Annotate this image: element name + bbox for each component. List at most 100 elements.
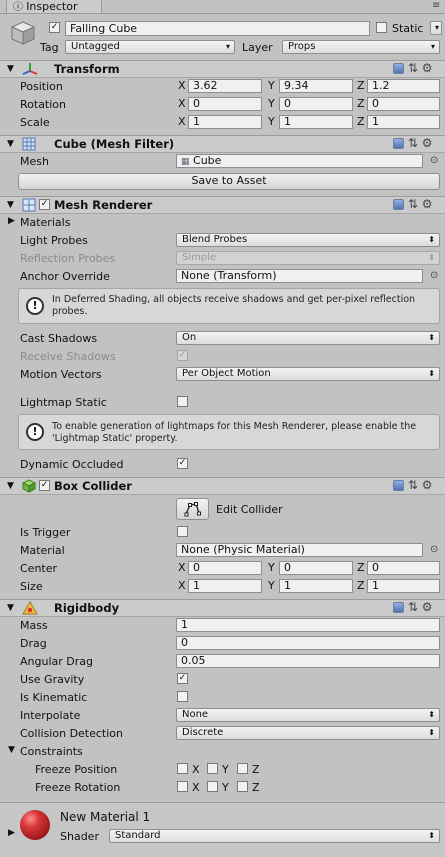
rigidbody-header[interactable]: ▼ Rigidbody ⇅ ⚙ [0, 599, 445, 617]
freeze-rotation-y-checkbox[interactable] [207, 781, 218, 792]
shader-dropdown[interactable]: Standard ⬍ [109, 829, 440, 843]
cast-shadows-dropdown[interactable]: On ⬍ [176, 331, 440, 345]
gameobject-name-field[interactable]: Falling Cube [65, 21, 370, 36]
object-picker-icon[interactable]: ⊙ [430, 270, 438, 281]
tag-dropdown[interactable]: Untagged ▾ [65, 40, 235, 54]
light-probes-dropdown[interactable]: Blend Probes ⬍ [176, 233, 440, 247]
gear-icon[interactable]: ⚙ [422, 197, 433, 211]
preset-slider-icon[interactable]: ⇅ [408, 478, 418, 492]
material-foldout-icon[interactable]: ▶ [8, 826, 15, 841]
layer-dropdown[interactable]: Props ▾ [282, 40, 440, 54]
position-x-field[interactable]: 3.62 [188, 79, 262, 93]
scale-z-field[interactable]: 1 [367, 115, 440, 129]
scale-y-field[interactable]: 1 [279, 115, 353, 129]
foldout-arrow-icon[interactable]: ▼ [7, 137, 14, 152]
static-dropdown[interactable]: ▾ [430, 21, 442, 35]
gear-icon[interactable]: ⚙ [422, 600, 433, 614]
position-y-field[interactable]: 9.34 [279, 79, 353, 93]
mass-field[interactable]: 1 [176, 618, 440, 632]
position-z-field[interactable]: 1.2 [367, 79, 440, 93]
position-x-label[interactable]: X [178, 79, 186, 93]
gameobject-active-checkbox[interactable]: ✓ [49, 22, 60, 33]
constraints-foldout-icon[interactable]: ▼ [8, 743, 15, 758]
reference-book-icon[interactable] [393, 138, 404, 149]
materials-label[interactable]: Materials [20, 216, 70, 229]
preset-slider-icon[interactable]: ⇅ [408, 61, 418, 75]
gear-icon[interactable]: ⚙ [422, 61, 433, 75]
scale-x-label[interactable]: X [178, 115, 186, 129]
scale-z-label[interactable]: Z [357, 115, 365, 129]
foldout-arrow-icon[interactable]: ▼ [7, 62, 14, 77]
size-y-label[interactable]: Y [268, 579, 275, 593]
scale-y-label[interactable]: Y [268, 115, 275, 129]
dynamic-occluded-checkbox[interactable]: ✓ [177, 458, 188, 469]
reference-book-icon[interactable] [393, 63, 404, 74]
collision-detection-dropdown[interactable]: Discrete ⬍ [176, 726, 440, 740]
rigidbody-icon [22, 601, 38, 618]
box-collider-header[interactable]: ▼ ✓ Box Collider ⇅ ⚙ [0, 477, 445, 495]
freeze-rotation-x-checkbox[interactable] [177, 781, 188, 792]
static-checkbox[interactable] [376, 22, 387, 33]
rotation-z-label[interactable]: Z [357, 97, 365, 111]
menu-icon[interactable]: ≡ [432, 0, 440, 11]
object-picker-icon[interactable]: ⊙ [430, 544, 438, 555]
rotation-z-field[interactable]: 0 [367, 97, 440, 111]
rotation-x-label[interactable]: X [178, 97, 186, 111]
use-gravity-checkbox[interactable]: ✓ [177, 673, 188, 684]
mesh-filter-title: Cube (Mesh Filter) [54, 137, 175, 151]
scale-x-field[interactable]: 1 [188, 115, 262, 129]
preset-slider-icon[interactable]: ⇅ [408, 197, 418, 211]
preset-slider-icon[interactable]: ⇅ [408, 600, 418, 614]
anchor-override-field[interactable]: None (Transform) [176, 269, 423, 283]
materials-foldout-icon[interactable]: ▶ [8, 214, 15, 229]
lightmap-static-checkbox[interactable] [177, 396, 188, 407]
angular-drag-field[interactable]: 0.05 [176, 654, 440, 668]
is-kinematic-checkbox[interactable] [177, 691, 188, 702]
reference-book-icon[interactable] [393, 480, 404, 491]
edit-collider-button[interactable] [176, 498, 209, 520]
center-x-field[interactable]: 0 [188, 561, 262, 575]
freeze-position-z-checkbox[interactable] [237, 763, 248, 774]
drag-field[interactable]: 0 [176, 636, 440, 650]
collider-material-field[interactable]: None (Physic Material) [176, 543, 423, 557]
reference-book-icon[interactable] [393, 199, 404, 210]
object-picker-icon[interactable]: ⊙ [430, 155, 438, 166]
center-y-field[interactable]: 0 [279, 561, 353, 575]
size-x-label[interactable]: X [178, 579, 186, 593]
rotation-x-field[interactable]: 0 [188, 97, 262, 111]
rotation-y-field[interactable]: 0 [279, 97, 353, 111]
is-trigger-checkbox[interactable] [177, 526, 188, 537]
size-x-field[interactable]: 1 [188, 579, 262, 593]
center-z-field[interactable]: 0 [367, 561, 440, 575]
save-to-asset-button[interactable]: Save to Asset [18, 173, 440, 190]
transform-header[interactable]: ▼ Transform ⇅ ⚙ [0, 60, 445, 78]
size-y-field[interactable]: 1 [279, 579, 353, 593]
mesh-object-field[interactable]: ▦ Cube [176, 154, 423, 168]
mesh-renderer-header[interactable]: ▼ ✓ Mesh Renderer ⇅ ⚙ [0, 196, 445, 214]
freeze-position-x-checkbox[interactable] [177, 763, 188, 774]
foldout-arrow-icon[interactable]: ▼ [7, 479, 14, 494]
motion-vectors-dropdown[interactable]: Per Object Motion ⬍ [176, 367, 440, 381]
size-z-field[interactable]: 1 [367, 579, 440, 593]
center-y-label[interactable]: Y [268, 561, 275, 575]
box-collider-enabled-checkbox[interactable]: ✓ [39, 480, 50, 491]
reference-book-icon[interactable] [393, 602, 404, 613]
inspector-tab[interactable]: ⓘ Inspector [6, 0, 102, 14]
position-y-label[interactable]: Y [268, 79, 275, 93]
foldout-arrow-icon[interactable]: ▼ [7, 601, 14, 616]
position-z-label[interactable]: Z [357, 79, 365, 93]
center-x-label[interactable]: X [178, 561, 186, 575]
gear-icon[interactable]: ⚙ [422, 136, 433, 150]
constraints-label[interactable]: Constraints [20, 745, 83, 758]
preset-slider-icon[interactable]: ⇅ [408, 136, 418, 150]
mesh-renderer-enabled-checkbox[interactable]: ✓ [39, 199, 50, 210]
gear-icon[interactable]: ⚙ [422, 478, 433, 492]
foldout-arrow-icon[interactable]: ▼ [7, 198, 14, 213]
rotation-y-label[interactable]: Y [268, 97, 275, 111]
freeze-rotation-z-checkbox[interactable] [237, 781, 248, 792]
mesh-filter-header[interactable]: ▼ Cube (Mesh Filter) ⇅ ⚙ [0, 135, 445, 153]
freeze-position-y-checkbox[interactable] [207, 763, 218, 774]
size-z-label[interactable]: Z [357, 579, 365, 593]
interpolate-dropdown[interactable]: None ⬍ [176, 708, 440, 722]
center-z-label[interactable]: Z [357, 561, 365, 575]
